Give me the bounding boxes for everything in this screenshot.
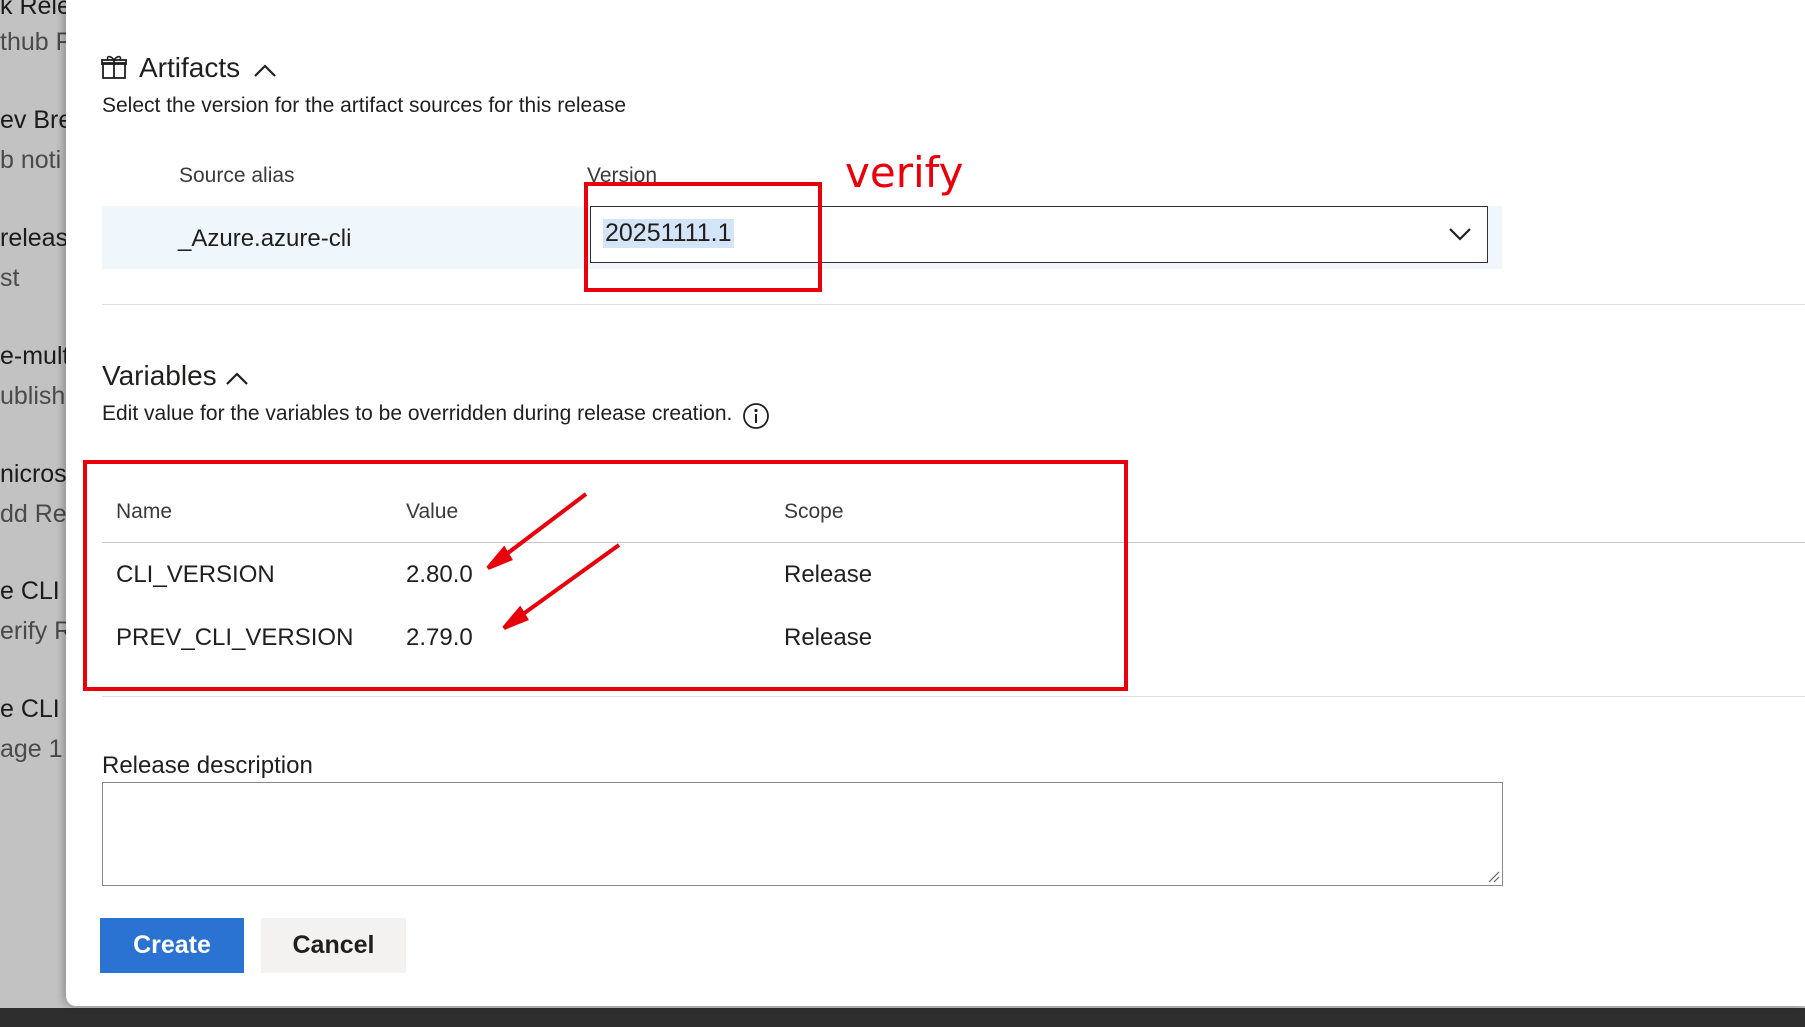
annotation-arrowhead — [486, 545, 513, 570]
annotation-arrows — [486, 492, 621, 630]
annotation-arrow — [494, 492, 588, 564]
annotation-arrow — [510, 543, 621, 624]
annotation-arrowhead — [502, 605, 529, 630]
